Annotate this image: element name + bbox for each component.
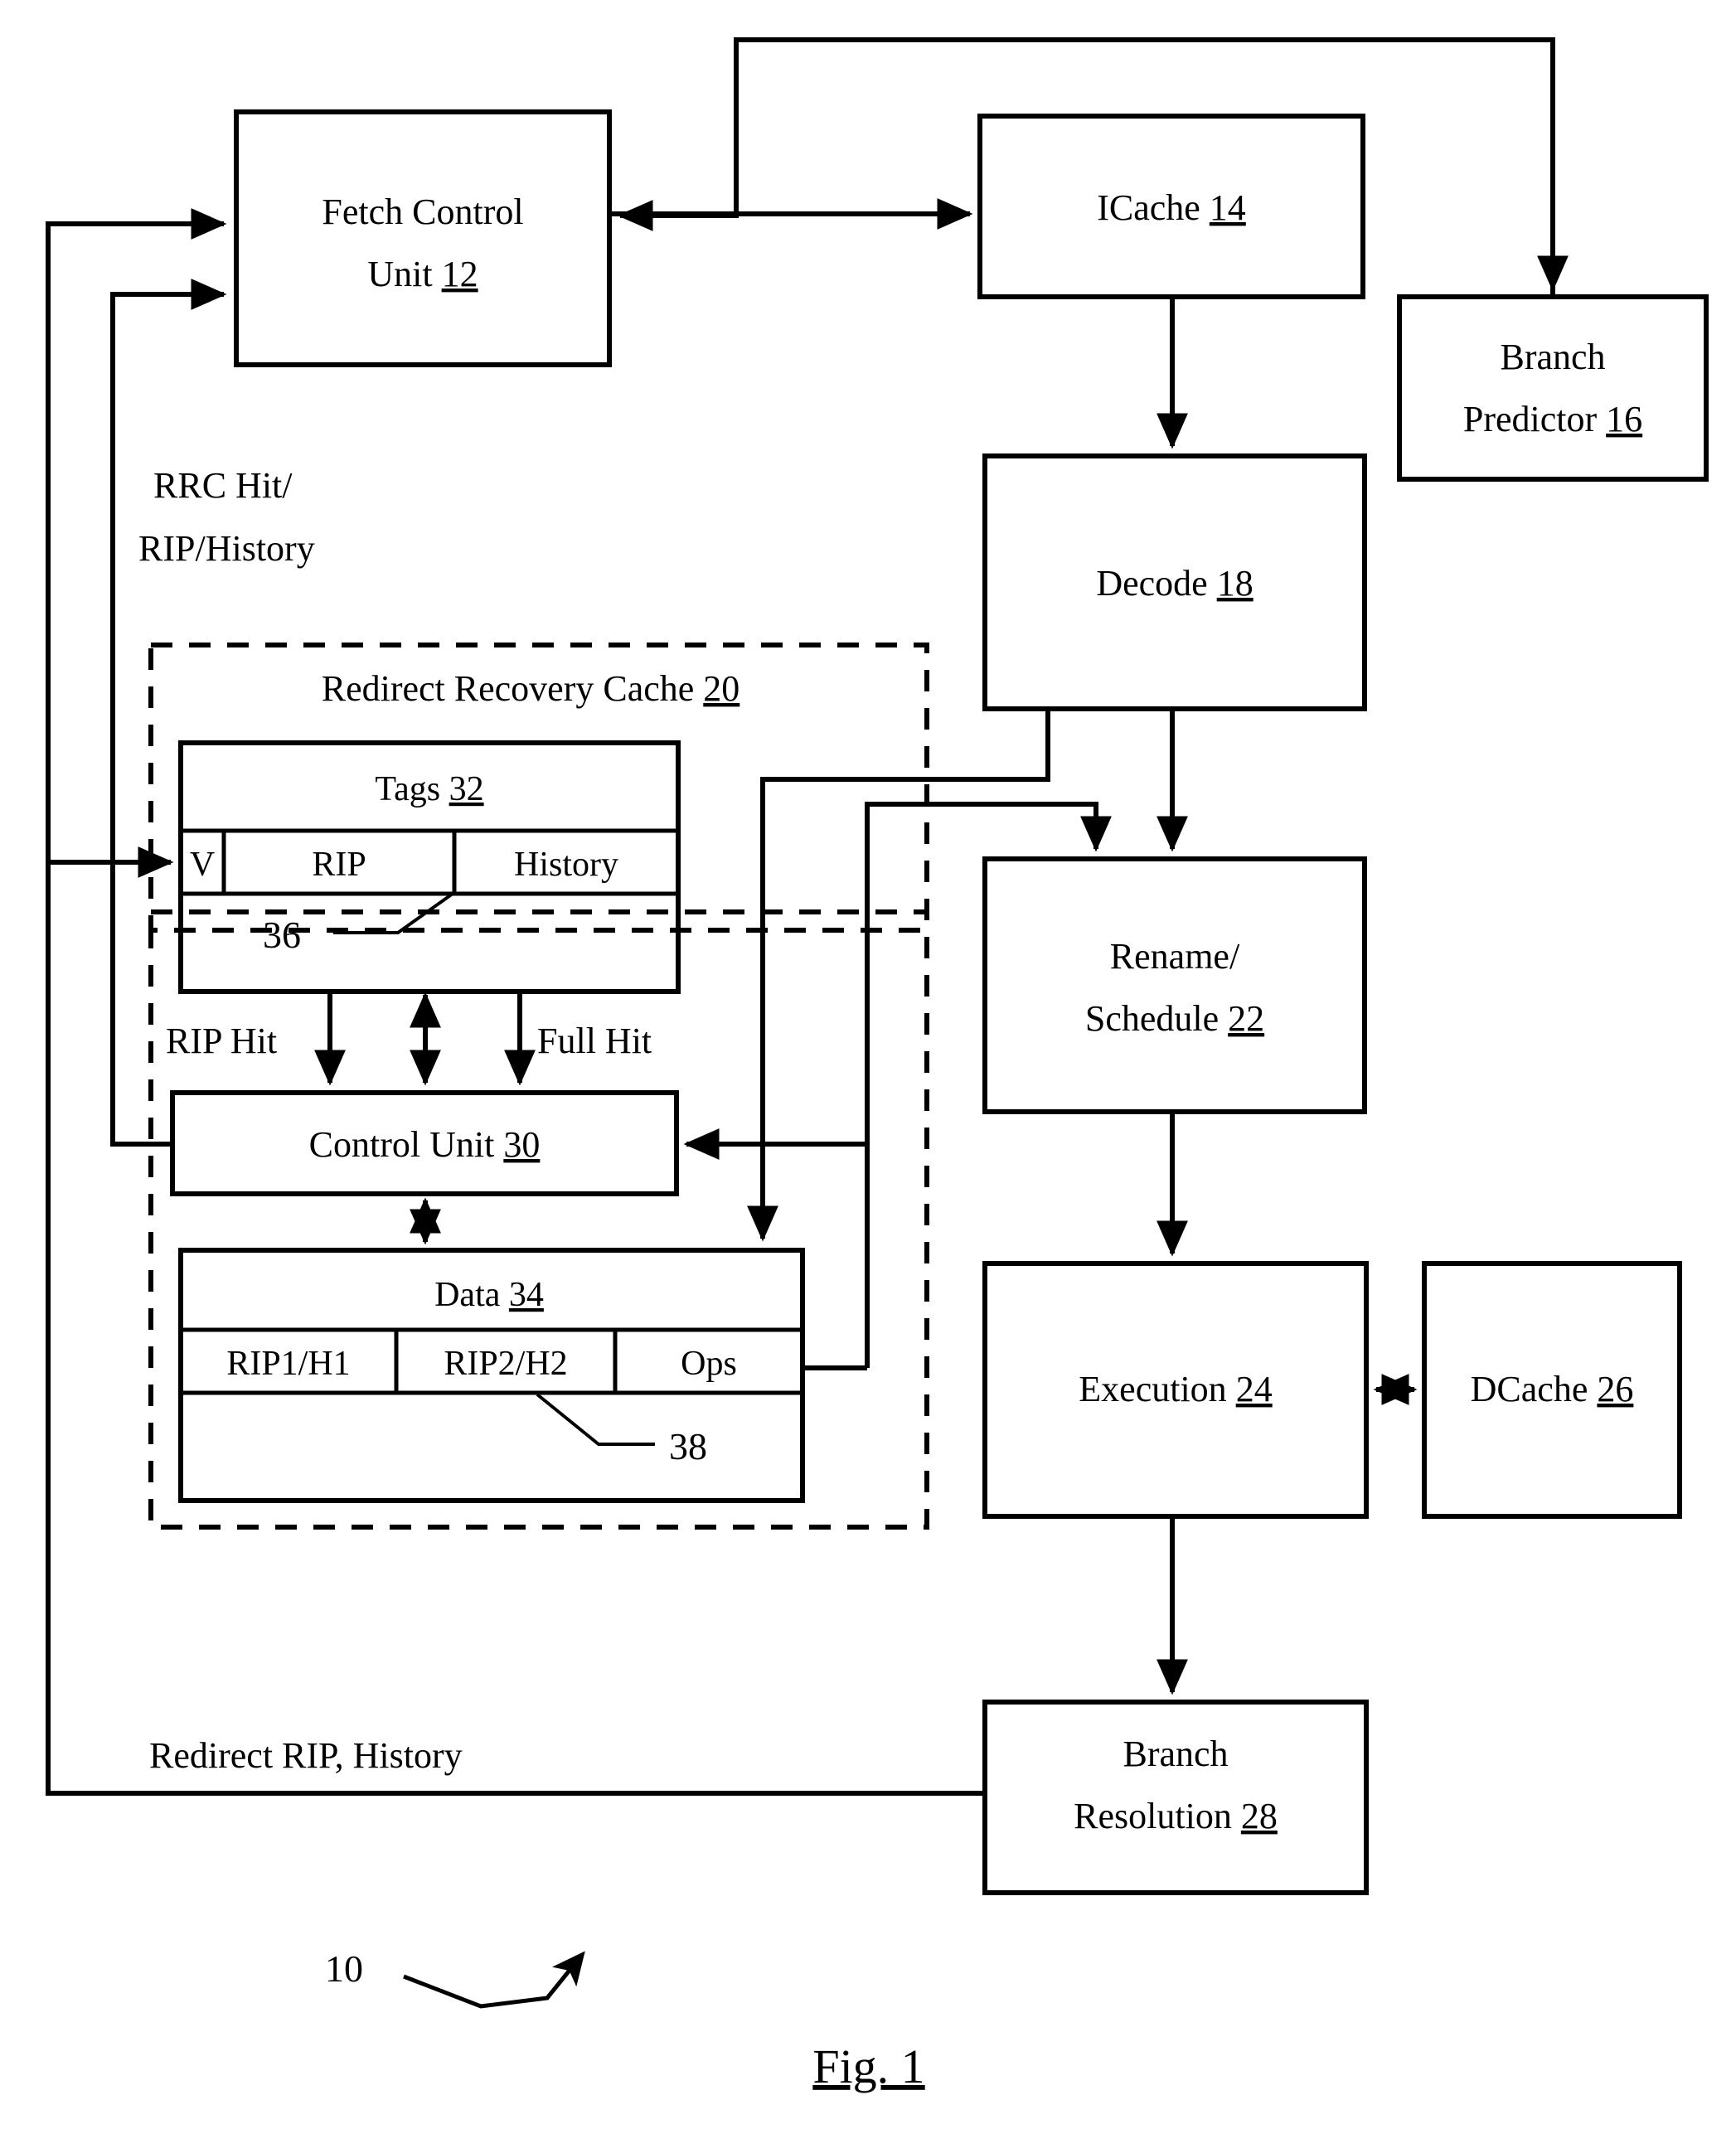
control-unit-label: Control Unit 30 [309, 1124, 541, 1165]
figure-canvas: Fetch Control Unit 12 ICache 14 Branch P… [46, 37, 1709, 2093]
data-title: Data 34 [434, 1276, 544, 1314]
execution-label: Execution 24 [1079, 1369, 1272, 1409]
connector-predictor-to-fetch [617, 37, 1555, 297]
tags-column-v: V [190, 846, 215, 884]
fetch-control-unit-label-2: Unit 12 [367, 254, 478, 294]
decode-label: Decode 18 [1096, 563, 1253, 604]
redirect-recovery-cache-boundary-lower [148, 909, 929, 1530]
fetch-control-unit-label: Fetch Control [322, 192, 523, 232]
leader-line-10 [403, 1951, 585, 2009]
fetch-control-unit-box [234, 109, 612, 367]
connector-control-unit-to-fetch [110, 278, 227, 1147]
full-hit-label: Full Hit [537, 1021, 652, 1061]
redirect-recovery-cache-title: Redirect Recovery Cache 20 [322, 668, 740, 709]
system-reference-10: 10 [325, 1947, 363, 1990]
branch-predictor-label-2: Predictor 16 [1463, 399, 1642, 439]
data-column-rip2h2: RIP2/H2 [444, 1345, 567, 1383]
rename-schedule-box [982, 856, 1367, 1114]
tags-column-history: History [514, 846, 618, 884]
connector-to-control-unit-right [683, 804, 870, 1161]
connector-decode-to-data [746, 709, 1050, 1242]
rip-hit-label: RIP Hit [166, 1021, 277, 1061]
connector-ops-riser-to-rename [865, 802, 1113, 1368]
rename-schedule-label: Rename/ [1110, 936, 1240, 977]
redirect-rip-history-label: Redirect RIP, History [149, 1735, 463, 1776]
icache-label: ICache 14 [1097, 187, 1246, 228]
data-entry-ref-38: 38 [669, 1425, 707, 1467]
branch-predictor-box [1397, 294, 1709, 482]
patent-figure-1: Fetch Control Unit 12 ICache 14 Branch P… [0, 0, 1736, 2129]
data-column-rip1h1: RIP1/H1 [226, 1345, 350, 1383]
rrc-hit-label-line2: RIP/History [138, 528, 315, 569]
dcache-label: DCache 26 [1471, 1369, 1634, 1409]
tags-entry-ref-36: 36 [263, 914, 301, 956]
connector-redirect-bus [46, 207, 985, 1796]
branch-resolution-label: Branch [1123, 1734, 1228, 1774]
data-column-ops: Ops [681, 1345, 737, 1383]
tags-title: Tags 32 [375, 770, 483, 808]
figure-caption: Fig. 1 [812, 2039, 924, 2093]
branch-predictor-label: Branch [1500, 337, 1605, 377]
branch-resolution-label-2: Resolution 28 [1074, 1796, 1278, 1836]
rrc-hit-label-line1: RRC Hit/ [153, 465, 293, 506]
rename-schedule-label-2: Schedule 22 [1085, 998, 1264, 1039]
tags-column-rip: RIP [312, 846, 366, 884]
leader-line-38 [536, 1393, 655, 1446]
